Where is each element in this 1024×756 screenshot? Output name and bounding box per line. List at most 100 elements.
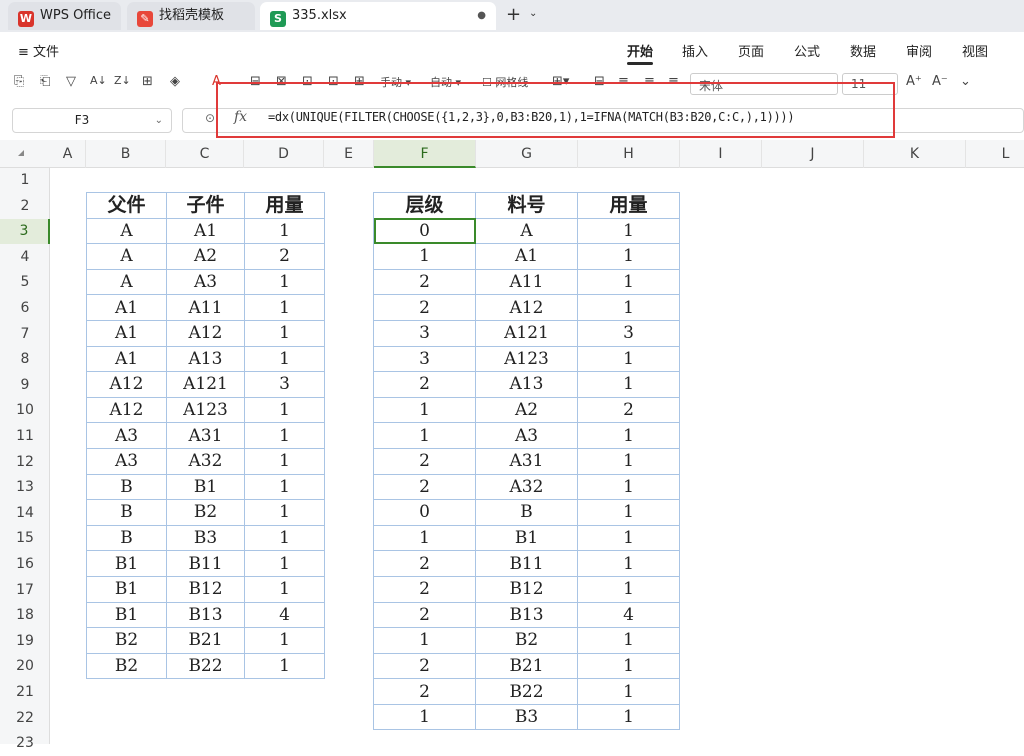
table-cell[interactable]: B [86, 524, 167, 552]
table-cell[interactable]: 1 [244, 652, 325, 680]
row-header[interactable]: 5 [0, 270, 50, 295]
merge-icon[interactable]: ⊠ [276, 74, 287, 89]
table-cell[interactable]: 2 [373, 575, 476, 603]
table-cell[interactable]: 0 [373, 217, 476, 245]
table-cell[interactable]: 1 [577, 243, 680, 270]
row-header[interactable]: 1 [0, 168, 50, 193]
table-cell[interactable]: 3 [577, 319, 680, 347]
table-cell[interactable]: 2 [373, 473, 476, 501]
gridlines-checkbox[interactable]: ☐ 网格线 [482, 74, 528, 90]
row-header[interactable]: 12 [0, 450, 50, 475]
table-cell[interactable]: 1 [577, 345, 680, 373]
table-cell[interactable]: 1 [244, 550, 325, 577]
table-cell[interactable]: A123 [166, 396, 245, 424]
close-dot-icon[interactable]: ● [477, 2, 486, 30]
row-header[interactable]: 10 [0, 398, 50, 423]
auto-calc-button[interactable]: 自动 ▾ [430, 74, 461, 90]
column-header-l[interactable]: L [966, 140, 1024, 168]
table-cell[interactable]: 1 [577, 627, 680, 654]
table-cell[interactable]: 1 [373, 703, 476, 731]
table-cell[interactable]: 1 [373, 627, 476, 654]
table-cell[interactable]: A2 [475, 396, 578, 424]
table-cell[interactable]: B2 [86, 652, 167, 680]
manual-calc-button[interactable]: 手动 ▾ [380, 74, 411, 90]
table-cell[interactable]: B1 [475, 524, 578, 552]
table-cell[interactable]: A [86, 243, 167, 270]
table-cell[interactable]: 2 [373, 371, 476, 398]
sheet-icon[interactable]: ⊞ [354, 74, 365, 89]
table-cell[interactable]: 1 [244, 627, 325, 654]
column-header-j[interactable]: J [762, 140, 864, 168]
wrap-icon[interactable]: ⊟ [250, 74, 261, 89]
table-cell[interactable]: 1 [577, 678, 680, 705]
column-header-b[interactable]: B [86, 140, 166, 168]
header-cell[interactable]: 父件 [86, 192, 167, 219]
table-cell[interactable]: A12 [86, 396, 167, 424]
ribbon-tab-insert[interactable]: 插入 [682, 41, 708, 60]
table-cell[interactable]: B11 [166, 550, 245, 577]
table-cell[interactable]: A121 [166, 371, 245, 398]
table-cell[interactable]: 1 [577, 499, 680, 526]
table-cell[interactable]: B22 [166, 652, 245, 680]
table-cell[interactable]: B1 [86, 550, 167, 577]
table-cell[interactable]: B13 [475, 601, 578, 629]
table-cell[interactable]: B3 [475, 703, 578, 731]
table-cell[interactable]: 1 [577, 473, 680, 501]
column-header-g[interactable]: G [476, 140, 578, 168]
zoom-icon[interactable]: ⊙ [205, 111, 215, 125]
font-color-icon[interactable]: A [212, 74, 221, 89]
ribbon-tab-page[interactable]: 页面 [738, 41, 764, 60]
table-cell[interactable]: A3 [166, 268, 245, 296]
table-cell[interactable]: B1 [166, 473, 245, 501]
table-cell[interactable]: B3 [166, 524, 245, 552]
table-cell[interactable]: 1 [244, 319, 325, 347]
table-cell[interactable]: 1 [577, 550, 680, 577]
row-header[interactable]: 13 [0, 475, 50, 500]
table-cell[interactable]: 3 [373, 345, 476, 373]
table-cell[interactable]: 1 [373, 524, 476, 552]
table-cell[interactable]: 2 [373, 652, 476, 680]
table-cell[interactable]: 1 [577, 371, 680, 398]
table-cell[interactable]: A13 [166, 345, 245, 373]
column-header-h[interactable]: H [578, 140, 680, 168]
table-cell[interactable]: 2 [244, 243, 325, 270]
table-cell[interactable]: 1 [244, 575, 325, 603]
column-header-f[interactable]: F [374, 140, 476, 168]
table-cell[interactable]: A3 [86, 447, 167, 475]
table-cell[interactable]: 3 [244, 371, 325, 398]
table-cell[interactable]: 1 [244, 345, 325, 373]
column-header-a[interactable]: A [50, 140, 86, 168]
table-cell[interactable]: A1 [166, 217, 245, 245]
table-cell[interactable]: 2 [373, 601, 476, 629]
table-cell[interactable]: A3 [475, 422, 578, 449]
table-cell[interactable]: B [86, 473, 167, 501]
table-cell[interactable]: 1 [577, 575, 680, 603]
table-cell[interactable]: A1 [86, 345, 167, 373]
row-header[interactable]: 8 [0, 347, 50, 372]
row-header[interactable]: 6 [0, 296, 50, 321]
fill-color-icon[interactable]: ◈ [170, 74, 180, 89]
table-cell[interactable]: A121 [475, 319, 578, 347]
table-cell[interactable]: A12 [475, 294, 578, 321]
table-cell[interactable]: 2 [373, 678, 476, 705]
table-cell[interactable]: 1 [577, 703, 680, 731]
header-cell[interactable]: 层级 [373, 192, 476, 219]
table-cell[interactable]: 1 [577, 652, 680, 680]
table-cell[interactable]: B1 [86, 601, 167, 629]
table-cell[interactable]: A11 [166, 294, 245, 321]
table-cell[interactable]: B12 [166, 575, 245, 603]
column-header-i[interactable]: I [680, 140, 762, 168]
column-header-k[interactable]: K [864, 140, 966, 168]
table-cell[interactable]: B12 [475, 575, 578, 603]
header-cell[interactable]: 用量 [577, 192, 680, 219]
decrease-font-icon[interactable]: A⁻ [932, 74, 948, 89]
table-cell[interactable]: 1 [577, 294, 680, 321]
font-size-select[interactable]: 11 [842, 73, 898, 95]
font-name-select[interactable]: 宋体 [690, 73, 838, 95]
table-cell[interactable]: 1 [244, 422, 325, 449]
table-cell[interactable]: 2 [373, 447, 476, 475]
align-right-icon[interactable]: ≡ [668, 74, 679, 89]
table-cell[interactable]: A11 [475, 268, 578, 296]
header-cell[interactable]: 子件 [166, 192, 245, 219]
table-cell[interactable]: 1 [244, 524, 325, 552]
